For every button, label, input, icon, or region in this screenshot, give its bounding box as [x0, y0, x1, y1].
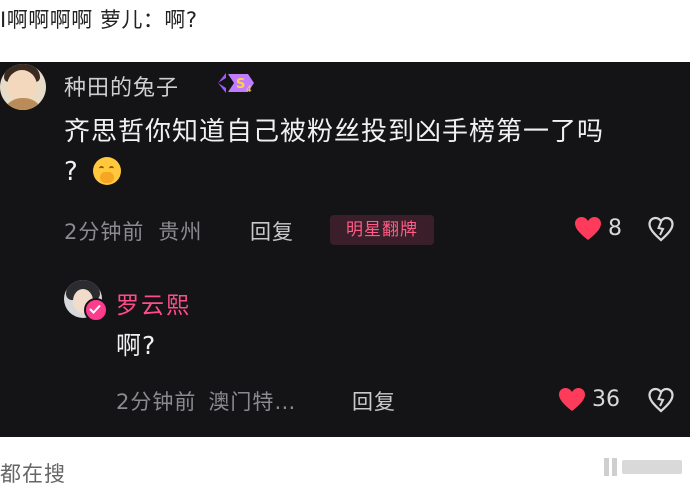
comment-meta: 2分钟前 澳门特…: [116, 386, 296, 416]
comment-username[interactable]: 罗云熙: [116, 286, 191, 320]
heart-icon[interactable]: [559, 388, 585, 412]
comment-screenshot: 种田的兔子 S 4 齐思哲你知道自己被粉丝投到凶手榜第一了吗 ? 2分钟前 贵州 …: [0, 62, 690, 437]
reply-button[interactable]: 回复: [352, 386, 396, 416]
comment-location: 澳门特…: [208, 390, 297, 414]
star-flip-tag[interactable]: 明星翻牌: [330, 215, 434, 245]
comment-location: 贵州: [158, 220, 203, 244]
comment-text: 啊?: [116, 331, 157, 360]
avatar[interactable]: [0, 64, 46, 110]
like-count: 8: [608, 216, 622, 241]
svg-text:4: 4: [246, 85, 252, 95]
comment-time: 2分钟前: [64, 220, 145, 244]
level-badge-icon: S 4: [218, 73, 254, 95]
like-count: 36: [592, 387, 620, 412]
post-text: I啊啊啊啊 萝儿：啊?: [0, 8, 198, 32]
comment-time: 2分钟前: [116, 390, 197, 414]
trending-search-label[interactable]: 都在搜: [0, 458, 66, 488]
comment-meta: 2分钟前 贵州: [64, 216, 202, 246]
comment-username[interactable]: 种田的兔子: [64, 70, 179, 102]
svg-text:S: S: [236, 77, 245, 92]
comment-text: 齐思哲你知道自己被粉丝投到凶手榜第一了吗 ?: [64, 117, 605, 187]
dislike-icon[interactable]: [648, 216, 674, 242]
verified-icon: [84, 298, 108, 322]
weibo-watermark-icon: [604, 458, 682, 476]
face-with-hand-over-mouth-icon: [92, 157, 121, 185]
dislike-icon[interactable]: [648, 387, 674, 413]
reply-button[interactable]: 回复: [250, 216, 294, 246]
heart-icon[interactable]: [575, 217, 601, 241]
